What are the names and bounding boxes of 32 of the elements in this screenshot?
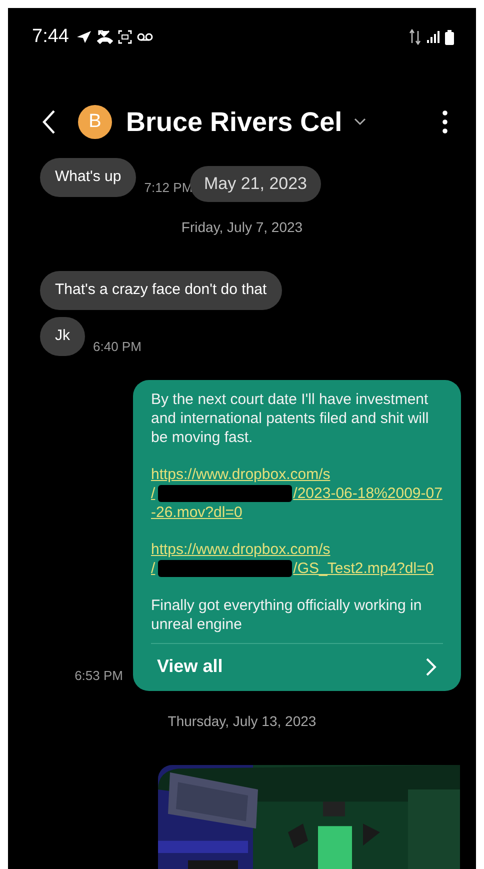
back-icon[interactable] <box>42 109 56 135</box>
chevron-down-icon[interactable] <box>354 118 366 126</box>
message-time: 6:40 PM <box>93 339 142 354</box>
contact-avatar[interactable]: B <box>78 105 112 139</box>
chevron-right-icon <box>425 656 437 676</box>
date-divider: Friday, July 7, 2023 <box>180 219 304 235</box>
battery-icon <box>445 30 454 44</box>
send-arrow-icon <box>76 30 92 44</box>
contact-name[interactable]: Bruce Rivers Cel <box>126 106 342 138</box>
link[interactable]: /2023-06-18%2009-07 <box>293 484 442 503</box>
link[interactable]: https://www.dropbox.com/s <box>151 465 330 484</box>
message-text: Finally got everything officially working in unreal engine <box>151 596 423 634</box>
link[interactable]: / <box>151 559 156 578</box>
floating-date: May 21, 2023 <box>190 166 322 202</box>
voicemail-icon <box>136 32 153 42</box>
more-options-icon[interactable] <box>442 110 448 134</box>
received-message: What's up <box>40 158 136 197</box>
missed-call-icon <box>96 30 113 44</box>
message-text: By the next court date I'll have investment and international patents filed and shit will be moving fast. <box>151 390 430 447</box>
link[interactable]: / <box>151 484 156 503</box>
date-divider: Thursday, July 13, 2023 <box>166 713 318 729</box>
received-message: That's a crazy face don't do that <box>40 271 282 310</box>
signal-icon <box>426 30 440 44</box>
view-all-button[interactable]: View all <box>151 643 443 685</box>
data-arrows-icon <box>409 29 421 45</box>
link[interactable]: -26.mov?dl=0 <box>151 503 242 522</box>
link[interactable]: /GS_Test2.mp4?dl=0 <box>293 559 434 578</box>
received-message: Jk <box>40 317 85 356</box>
link[interactable]: https://www.dropbox.com/s <box>151 540 330 559</box>
status-time: 7:44 <box>32 26 69 48</box>
message-time: 6:53 PM <box>74 668 123 683</box>
scan-icon <box>118 30 132 44</box>
